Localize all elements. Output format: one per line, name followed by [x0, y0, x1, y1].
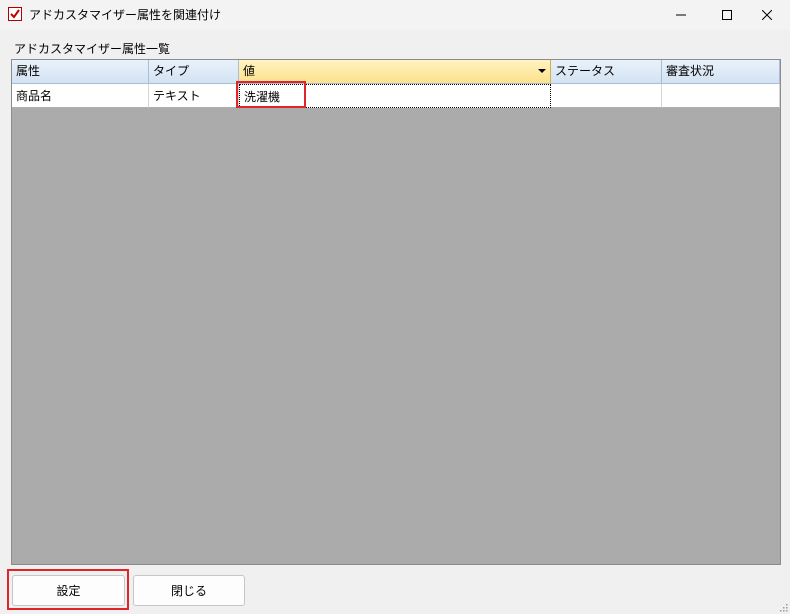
dropdown-arrow-icon[interactable] — [538, 69, 546, 73]
maximize-icon — [722, 10, 732, 20]
grid-header-row: 属性 タイプ 値 ステータス 審査状況 — [12, 60, 780, 84]
title-bar: アドカスタマイザー属性を関連付け — [0, 0, 790, 30]
column-header-attribute[interactable]: 属性 — [12, 60, 149, 84]
close-window-button[interactable] — [744, 0, 790, 30]
cell-status[interactable] — [551, 84, 662, 108]
window-title: アドカスタマイザー属性を関連付け — [29, 8, 222, 22]
close-icon — [762, 10, 772, 20]
cell-type[interactable]: テキスト — [149, 84, 239, 108]
close-button[interactable]: 閉じる — [133, 575, 245, 606]
column-header-review[interactable]: 審査状況 — [662, 60, 780, 84]
resize-grip-icon[interactable] — [780, 604, 788, 612]
cell-review[interactable] — [662, 84, 780, 108]
minimize-button[interactable] — [658, 0, 704, 30]
section-label: アドカスタマイザー属性一覧 — [14, 42, 171, 56]
column-header-value-label: 値 — [243, 64, 256, 78]
cell-attribute[interactable]: 商品名 — [12, 84, 149, 108]
app-checkmark-icon — [8, 7, 22, 21]
column-header-type[interactable]: タイプ — [149, 60, 239, 84]
value-cell-highlight — [236, 81, 306, 108]
column-header-status[interactable]: ステータス — [551, 60, 662, 84]
set-button-highlight — [7, 569, 129, 610]
minimize-icon — [676, 14, 686, 16]
attribute-grid[interactable]: 属性 タイプ 値 ステータス 審査状況 商品名 テキスト 洗濯機 — [11, 59, 781, 565]
table-row[interactable]: 商品名 テキスト 洗濯機 — [12, 84, 780, 108]
